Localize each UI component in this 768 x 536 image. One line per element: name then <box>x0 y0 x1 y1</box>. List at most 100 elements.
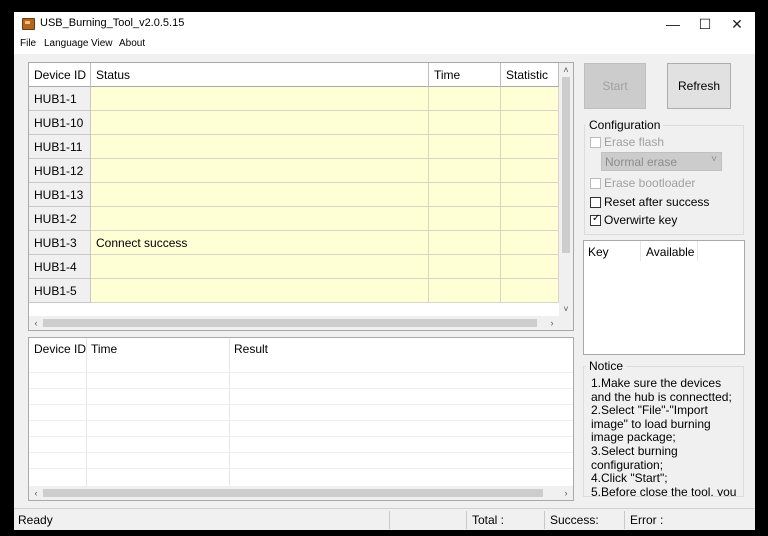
status-cell <box>91 207 429 231</box>
device-id-cell: HUB1-11 <box>29 135 91 159</box>
erase-mode-select[interactable]: Normal erase ˅ <box>601 152 722 171</box>
result-header-time[interactable]: Time <box>91 342 117 356</box>
menu-bar: File Language View About <box>14 36 755 54</box>
grid-line <box>29 372 573 373</box>
scroll-right-icon[interactable]: › <box>559 487 573 499</box>
header-device-id[interactable]: Device ID <box>29 63 91 87</box>
notice-line: image" to load burning <box>591 416 711 431</box>
menu-about[interactable]: About <box>119 38 145 49</box>
status-bar: Ready Total : Success: Error : <box>14 508 755 530</box>
result-header-device-id[interactable]: Device ID <box>34 342 86 356</box>
scroll-down-icon[interactable]: ˅ <box>559 303 573 315</box>
statistic-cell <box>501 159 559 183</box>
horizontal-scroll-thumb[interactable] <box>43 319 537 327</box>
grid-line <box>29 468 573 469</box>
overwrite-key-option[interactable]: ✓ Overwirte key <box>590 212 730 228</box>
erase-flash-checkbox[interactable] <box>590 137 601 148</box>
status-cell <box>91 159 429 183</box>
app-logo-icon <box>22 18 35 30</box>
scroll-up-icon[interactable]: ˄ <box>559 64 573 76</box>
status-cell <box>91 87 429 111</box>
erase-flash-option[interactable]: Erase flash <box>590 134 730 150</box>
reset-after-success-option[interactable]: Reset after success <box>590 194 730 210</box>
menu-file[interactable]: File <box>20 38 36 49</box>
table-row[interactable]: HUB1-2 <box>29 207 559 231</box>
table-row[interactable]: HUB1-12 <box>29 159 559 183</box>
notice-text: 1.Make sure the devices and the hub is c… <box>591 376 743 497</box>
table-row[interactable]: HUB1-10 <box>29 111 559 135</box>
notice-line: 4.Click "Start"; <box>591 471 668 486</box>
notice-line: configuration; <box>591 457 664 472</box>
status-cell <box>91 183 429 207</box>
notice-line: and the hub is connectted; <box>591 389 732 404</box>
minimize-button[interactable]: — <box>657 12 689 36</box>
table-row[interactable]: HUB1-11 <box>29 135 559 159</box>
device-table-horizontal-scrollbar[interactable]: ‹ › <box>29 316 559 330</box>
table-row[interactable]: HUB1-13 <box>29 183 559 207</box>
result-table: Device ID Time Result ‹ › <box>28 337 574 501</box>
app-window: USB_Burning_Tool_v2.0.5.15 — ☐ ✕ File La… <box>14 12 755 530</box>
time-cell <box>429 135 501 159</box>
status-cell <box>91 279 429 303</box>
erase-bootloader-option[interactable]: Erase bootloader <box>590 175 730 191</box>
scroll-right-icon[interactable]: › <box>545 317 559 329</box>
device-table-vertical-scrollbar[interactable]: ˄ ˅ <box>559 63 573 316</box>
start-button[interactable]: Start <box>584 63 646 109</box>
status-separator <box>466 511 467 529</box>
scrollbar-corner <box>559 316 573 330</box>
horizontal-scroll-thumb[interactable] <box>43 489 543 497</box>
scroll-left-icon[interactable]: ‹ <box>29 487 43 499</box>
grid-line <box>29 452 573 453</box>
notice-line: image package; <box>591 430 676 445</box>
vertical-scroll-thumb[interactable] <box>562 77 570 253</box>
statistic-cell <box>501 231 559 255</box>
time-cell <box>429 231 501 255</box>
available-header[interactable]: Available <box>646 245 694 259</box>
status-cell <box>91 135 429 159</box>
status-separator <box>389 511 390 529</box>
table-row[interactable]: HUB1-3 Connect success <box>29 231 559 255</box>
result-table-header: Device ID Time Result <box>29 338 573 360</box>
result-header-result[interactable]: Result <box>234 342 268 356</box>
overwrite-key-label: Overwirte key <box>604 213 678 227</box>
column-divider <box>640 241 641 261</box>
statistic-cell <box>501 279 559 303</box>
header-time[interactable]: Time <box>429 63 501 87</box>
device-id-cell: HUB1-12 <box>29 159 91 183</box>
device-id-cell: HUB1-13 <box>29 183 91 207</box>
maximize-button[interactable]: ☐ <box>689 12 721 36</box>
menu-view[interactable]: View <box>91 38 113 49</box>
title-bar[interactable]: USB_Burning_Tool_v2.0.5.15 — ☐ ✕ <box>14 12 755 36</box>
device-id-cell: HUB1-1 <box>29 87 91 111</box>
header-status[interactable]: Status <box>91 63 429 87</box>
close-button[interactable]: ✕ <box>721 12 753 36</box>
menu-language[interactable]: Language <box>44 38 89 49</box>
result-table-horizontal-scrollbar[interactable]: ‹ › <box>29 486 573 500</box>
table-row[interactable]: HUB1-1 <box>29 87 559 111</box>
table-row[interactable]: HUB1-4 <box>29 255 559 279</box>
statistic-cell <box>501 111 559 135</box>
erase-bootloader-checkbox[interactable] <box>590 178 601 189</box>
time-cell <box>429 183 501 207</box>
time-cell <box>429 279 501 303</box>
chevron-down-icon: ˅ <box>711 154 717 165</box>
notice-line: 3.Select burning <box>591 443 678 458</box>
notice-group: 1.Make sure the devices and the hub is c… <box>583 366 744 497</box>
reset-after-success-checkbox[interactable] <box>590 197 601 208</box>
statistic-cell <box>501 207 559 231</box>
header-statistic[interactable]: Statistic <box>501 63 559 87</box>
refresh-button[interactable]: Refresh <box>667 63 731 109</box>
overwrite-key-checkbox[interactable]: ✓ <box>590 213 601 226</box>
column-divider <box>697 241 698 261</box>
statistic-cell <box>501 255 559 279</box>
grid-line <box>29 404 573 405</box>
status-cell <box>91 111 429 135</box>
grid-line <box>29 420 573 421</box>
key-header[interactable]: Key <box>588 245 609 259</box>
table-row[interactable]: HUB1-5 <box>29 279 559 303</box>
notice-line: 5.Before close the tool, you <box>591 484 737 497</box>
erase-flash-label: Erase flash <box>604 135 665 149</box>
status-separator <box>624 511 625 529</box>
scroll-left-icon[interactable]: ‹ <box>29 317 43 329</box>
check-icon: ✓ <box>592 213 601 224</box>
